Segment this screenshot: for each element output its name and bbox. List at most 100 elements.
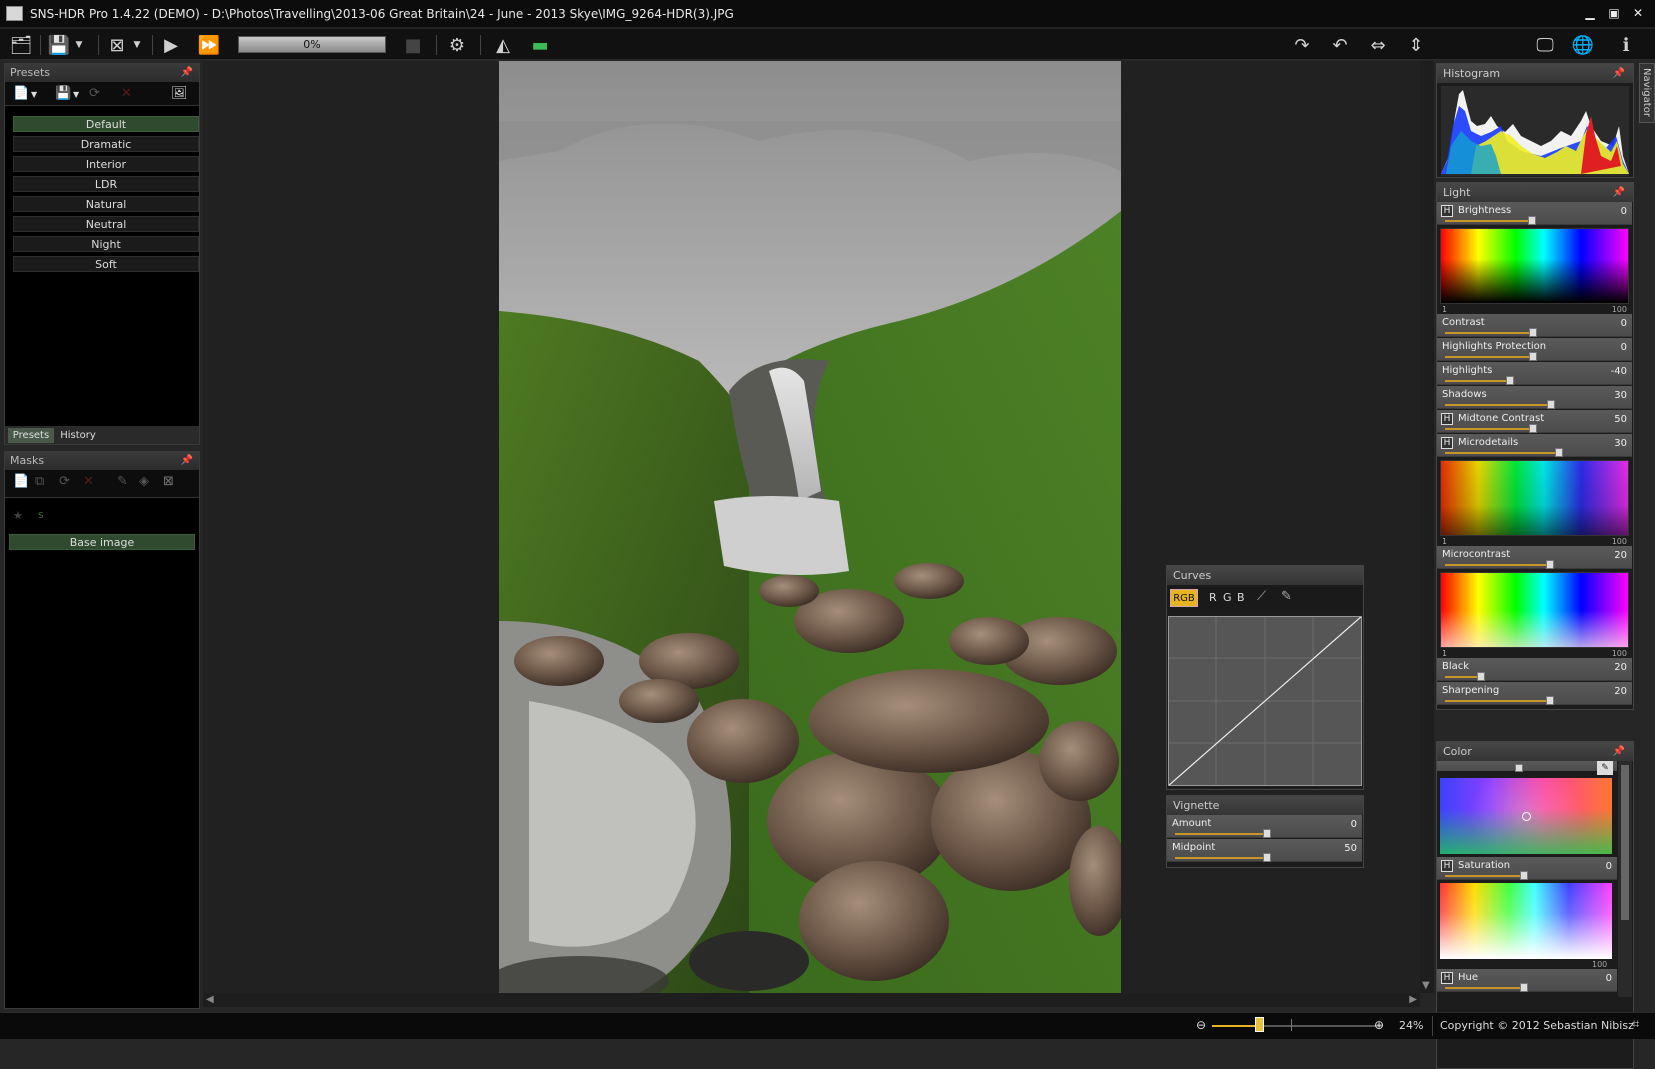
info-icon[interactable]: ℹ bbox=[1613, 33, 1639, 57]
h-toggle[interactable]: H bbox=[1441, 860, 1453, 872]
slider-knob[interactable] bbox=[1546, 696, 1554, 705]
channel-b[interactable]: B bbox=[1237, 591, 1245, 604]
scrollbar-thumb[interactable] bbox=[1621, 765, 1629, 920]
pin-icon[interactable]: 📌 bbox=[1613, 64, 1625, 83]
save-icon[interactable]: 💾 bbox=[46, 33, 72, 57]
channel-r[interactable]: R bbox=[1209, 591, 1217, 604]
settings-icon[interactable]: ⚙ bbox=[444, 33, 470, 57]
scroll-left-icon[interactable]: ◀ bbox=[206, 994, 214, 1005]
curve-graph[interactable] bbox=[1168, 616, 1362, 786]
eraser-icon[interactable]: ◈ bbox=[139, 474, 149, 489]
h-toggle[interactable]: H bbox=[1441, 413, 1453, 425]
flip-horizontal-icon[interactable]: ⇔ bbox=[1365, 33, 1391, 57]
preset-item[interactable]: Dramatic bbox=[13, 136, 199, 152]
image-export-icon[interactable]: ⊠ bbox=[104, 33, 130, 57]
slider-brightness[interactable]: H Brightness 0 bbox=[1437, 202, 1632, 225]
slider-midtone-contrast[interactable]: H Midtone Contrast 50 bbox=[1437, 410, 1632, 433]
slider-microdetails[interactable]: H Microdetails 30 bbox=[1437, 434, 1632, 457]
preset-item[interactable]: Default bbox=[13, 116, 199, 132]
preset-item[interactable]: Night bbox=[13, 236, 199, 252]
slider-shadows[interactable]: Shadows 30 bbox=[1437, 386, 1632, 409]
copy-mask-icon[interactable]: ⧉ bbox=[35, 474, 44, 489]
tab-presets[interactable]: Presets bbox=[8, 428, 54, 443]
h-toggle[interactable]: H bbox=[1441, 972, 1453, 984]
slider-knob[interactable] bbox=[1529, 424, 1537, 433]
play-icon[interactable]: ▶ bbox=[158, 33, 184, 57]
slider-microcontrast[interactable]: Microcontrast 20 bbox=[1437, 546, 1632, 569]
slider-knob[interactable] bbox=[1528, 216, 1536, 225]
slider-midpoint[interactable]: Midpoint 50 bbox=[1167, 839, 1362, 862]
slider-knob[interactable] bbox=[1529, 328, 1537, 337]
slider-black[interactable]: Black 20 bbox=[1437, 658, 1632, 681]
maximize-button[interactable]: ▣ bbox=[1605, 5, 1623, 21]
color-picker-handle[interactable] bbox=[1522, 812, 1531, 821]
curve-pencil-icon[interactable]: ✎ bbox=[1281, 589, 1292, 604]
zoom-out-icon[interactable]: ⊖ bbox=[1196, 1018, 1206, 1032]
star-icon[interactable]: ★ bbox=[13, 509, 23, 522]
mask-image-icon[interactable]: ⊠ bbox=[163, 474, 174, 489]
scroll-down-icon[interactable]: ▼ bbox=[1422, 980, 1430, 991]
fast-forward-icon[interactable]: ⏩ bbox=[196, 33, 222, 57]
app-icon[interactable] bbox=[6, 6, 23, 21]
slider-knob[interactable] bbox=[1547, 400, 1555, 409]
flip-vertical-icon[interactable]: ⇕ bbox=[1403, 33, 1429, 57]
slider-sharpening[interactable]: Sharpening 20 bbox=[1437, 682, 1632, 705]
h-toggle[interactable]: H bbox=[1441, 437, 1453, 449]
preset-item[interactable]: Interior bbox=[13, 156, 199, 172]
eyedropper-icon[interactable]: ✎ bbox=[1597, 761, 1613, 775]
preset-item[interactable]: Soft bbox=[13, 256, 199, 272]
preset-item[interactable]: Natural bbox=[13, 196, 199, 212]
vertical-scrollbar[interactable]: ▼ bbox=[1420, 61, 1434, 993]
slider-knob[interactable] bbox=[1520, 983, 1528, 992]
slider-knob[interactable] bbox=[1477, 672, 1485, 681]
stop-icon[interactable]: ■ bbox=[400, 33, 426, 57]
color-scrollbar[interactable] bbox=[1618, 761, 1632, 997]
slider-knob[interactable] bbox=[1263, 853, 1271, 862]
horizontal-scrollbar[interactable]: ◀ ▶ bbox=[203, 993, 1420, 1007]
scroll-right-icon[interactable]: ▶ bbox=[1409, 994, 1417, 1005]
photo-preview[interactable] bbox=[499, 61, 1121, 993]
slider-hue[interactable]: H Hue 0 bbox=[1437, 969, 1617, 992]
zoom-in-icon[interactable]: ⊕ bbox=[1374, 1018, 1384, 1032]
close-button[interactable]: ✕ bbox=[1629, 5, 1647, 21]
slider-knob[interactable] bbox=[1546, 560, 1554, 569]
web-icon[interactable]: 🌐 bbox=[1570, 33, 1596, 57]
color-temperature-row[interactable] bbox=[1437, 761, 1617, 772]
pin-icon[interactable]: 📌 bbox=[181, 452, 193, 470]
tab-history[interactable]: History bbox=[57, 428, 99, 443]
new-mask-icon[interactable]: 📄 bbox=[13, 474, 29, 489]
slider-knob[interactable] bbox=[1506, 376, 1514, 385]
export-dropdown-icon[interactable]: ▼ bbox=[130, 33, 144, 57]
h-toggle[interactable]: H bbox=[1441, 205, 1453, 217]
slider-knob[interactable] bbox=[1263, 829, 1271, 838]
color-wheel-field[interactable] bbox=[1440, 778, 1612, 854]
save-dropdown-icon[interactable]: ▼ bbox=[72, 33, 86, 57]
green-marker-icon[interactable]: ꜱ bbox=[38, 508, 44, 521]
display-icon[interactable]: 🖵 bbox=[1532, 33, 1558, 57]
refresh-mask-icon[interactable]: ⟳ bbox=[59, 474, 70, 489]
open-files-icon[interactable]: 🗂 bbox=[8, 33, 34, 57]
color-preview-icon[interactable]: ▬ bbox=[527, 33, 553, 57]
pin-icon[interactable]: 📌 bbox=[1613, 183, 1625, 202]
minimize-button[interactable]: ▁ bbox=[1581, 5, 1599, 21]
navigator-tab[interactable]: Navigator bbox=[1639, 63, 1655, 123]
preset-item[interactable]: LDR bbox=[13, 176, 199, 192]
rotate-left-icon[interactable]: ↶ bbox=[1327, 33, 1353, 57]
resize-grip-icon[interactable]: ⌗ bbox=[1632, 1017, 1639, 1032]
zoom-knob[interactable] bbox=[1255, 1017, 1264, 1032]
curve-line-icon[interactable]: ⟋ bbox=[1257, 589, 1266, 604]
slider-saturation[interactable]: H Saturation 0 bbox=[1437, 857, 1617, 880]
rotate-right-icon[interactable]: ↷ bbox=[1289, 33, 1315, 57]
slider-amount[interactable]: Amount 0 bbox=[1167, 815, 1362, 838]
channel-rgb[interactable]: RGB bbox=[1170, 589, 1198, 607]
brush-icon[interactable]: ✎ bbox=[117, 474, 128, 489]
pin-icon[interactable]: 📌 bbox=[1613, 742, 1625, 761]
preset-item[interactable]: Neutral bbox=[13, 216, 199, 232]
slider-highlights-protection[interactable]: Highlights Protection 0 bbox=[1437, 338, 1632, 361]
slider-knob[interactable] bbox=[1520, 871, 1528, 880]
channel-g[interactable]: G bbox=[1223, 591, 1232, 604]
slider-knob[interactable] bbox=[1529, 352, 1537, 361]
mask-item-base-image[interactable]: Base image bbox=[9, 534, 195, 550]
slider-knob[interactable] bbox=[1515, 764, 1523, 772]
delete-mask-icon[interactable]: ✕ bbox=[83, 474, 94, 489]
